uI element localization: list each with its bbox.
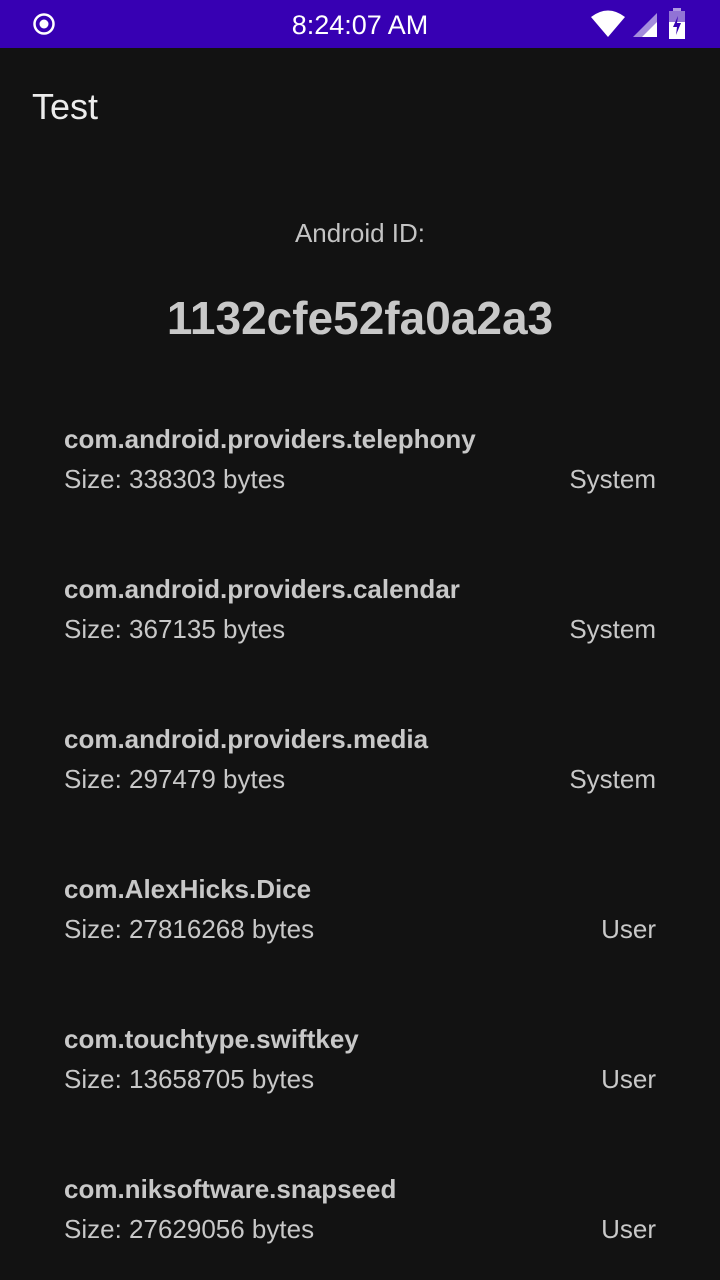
package-name: com.AlexHicks.Dice	[64, 874, 312, 904]
status-bar: 8:24:07 AM	[0, 0, 720, 48]
package-name: com.niksoftware.snapseed	[64, 1174, 397, 1204]
package-type: System	[569, 764, 656, 794]
package-size: Size: 27816268 bytes	[64, 914, 315, 944]
package-size: Size: 13658705 bytes	[64, 1064, 315, 1094]
package-name: com.android.providers.media	[64, 724, 429, 754]
package-item[interactable]: com.android.providers.calendar Size: 367…	[64, 574, 656, 724]
wifi-icon	[591, 10, 625, 37]
package-name: com.android.providers.telephony	[64, 424, 476, 454]
package-name: com.android.providers.calendar	[64, 574, 460, 604]
package-item[interactable]: com.android.providers.telephony Size: 33…	[64, 424, 656, 574]
status-icons	[590, 8, 700, 40]
package-size: Size: 338303 bytes	[64, 464, 286, 494]
battery-charging-icon	[669, 8, 685, 39]
package-type: User	[601, 914, 656, 944]
package-name: com.touchtype.swiftkey	[64, 1024, 359, 1054]
cell-signal-icon	[633, 13, 657, 37]
package-size: Size: 367135 bytes	[64, 614, 286, 644]
package-type: User	[601, 1214, 656, 1244]
package-item[interactable]: com.AlexHicks.Dice Size: 27816268 bytes …	[64, 874, 656, 1024]
android-id-value: 1132cfe52fa0a2a3	[166, 292, 554, 344]
package-type: User	[601, 1064, 656, 1094]
package-size: Size: 27629056 bytes	[64, 1214, 315, 1244]
app-title: Test	[32, 86, 99, 127]
package-item[interactable]: com.niksoftware.snapseed Size: 27629056 …	[64, 1174, 656, 1280]
android-id-label: Android ID:	[294, 218, 426, 248]
package-list: com.android.providers.telephony Size: 33…	[64, 424, 656, 1280]
package-item[interactable]: com.touchtype.swiftkey Size: 13658705 by…	[64, 1024, 656, 1174]
package-type: System	[569, 614, 656, 644]
package-size: Size: 297479 bytes	[64, 764, 286, 794]
package-item[interactable]: com.android.providers.media Size: 297479…	[64, 724, 656, 874]
package-type: System	[569, 464, 656, 494]
app-bar: Test	[0, 48, 720, 160]
